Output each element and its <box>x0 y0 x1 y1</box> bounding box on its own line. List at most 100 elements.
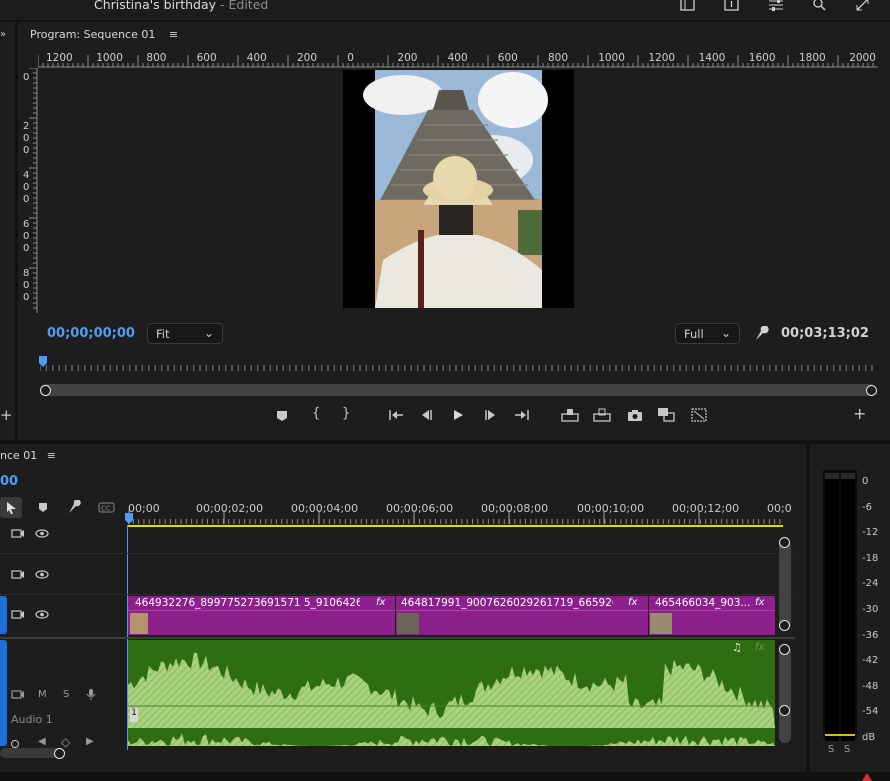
toggle-sync-lock-icon[interactable] <box>11 689 25 700</box>
track-target-v1[interactable] <box>0 596 7 634</box>
eye-icon[interactable] <box>35 570 49 579</box>
monitor-time-ruler[interactable] <box>40 356 876 372</box>
ruler-h-label: 400 <box>447 52 468 64</box>
multicam-icon[interactable] <box>691 408 707 422</box>
zoom-bar-right-handle[interactable] <box>866 385 877 396</box>
project-name: Christina's birthday <box>94 0 217 12</box>
track-divider <box>0 553 795 554</box>
ruler-h-label: 200 <box>297 52 318 64</box>
mute-track-button[interactable]: M <box>38 689 47 700</box>
track-target-a1[interactable] <box>0 640 7 746</box>
snap-icon <box>7 502 16 514</box>
zoom-scroll-bar[interactable] <box>40 384 876 396</box>
audio-clip[interactable]: 1 ♫ fx <box>128 640 775 746</box>
solo-track-button[interactable]: S <box>63 689 69 700</box>
microphone-icon[interactable] <box>86 688 96 701</box>
next-keyframe-icon[interactable]: ▶ <box>86 737 94 747</box>
add-marker-icon[interactable] <box>276 410 288 422</box>
eye-icon[interactable] <box>35 529 49 538</box>
panel-menu-icon[interactable]: ≡ <box>169 28 178 41</box>
video-tracks-scrollbar[interactable] <box>779 540 791 630</box>
timeline-tab[interactable]: nce 01 ≡ <box>0 449 56 462</box>
window-title: Christina's birthday - Edited <box>94 0 268 12</box>
scroll-handle-bottom[interactable] <box>779 620 790 631</box>
marker-icon[interactable] <box>38 502 48 513</box>
db-scale-label: 0 <box>862 476 869 487</box>
video-clip-1[interactable]: 464932276_899775273691571 5_910642656103… <box>128 596 395 635</box>
audio-meter-bars <box>823 470 857 741</box>
audio-track-name[interactable]: Audio 1 <box>11 713 53 726</box>
video-clip-2[interactable]: 464817991_9007626029261719_665926173... … <box>396 596 648 635</box>
zoom-bar-left-handle[interactable] <box>40 385 51 396</box>
scroll-handle-top[interactable] <box>779 537 790 548</box>
music-note-icon: ♫ <box>732 641 742 654</box>
program-video-frame <box>343 70 574 308</box>
play-icon[interactable] <box>452 409 464 421</box>
fx-badge[interactable]: fx <box>628 597 637 608</box>
ruler-v-label: 0 <box>23 72 30 83</box>
ruler-h-label: 1400 <box>698 52 726 64</box>
comparison-view-icon[interactable] <box>657 407 675 422</box>
quality-select-value: Full <box>684 327 704 341</box>
wrench-icon[interactable] <box>67 500 82 515</box>
scroll-handle-bottom[interactable] <box>779 705 790 716</box>
playback-resolution-select[interactable]: Full ⌄ <box>675 323 740 344</box>
ruler-h-label: 1200 <box>46 52 73 64</box>
fx-badge[interactable]: fx <box>376 597 385 608</box>
toggle-sync-lock-icon[interactable] <box>11 609 25 620</box>
ruler-h-label: 2000 <box>849 52 876 64</box>
db-scale-label: -48 <box>862 680 879 692</box>
toggle-sync-lock-icon[interactable] <box>11 569 25 580</box>
keyframe-volume-icon[interactable] <box>10 738 22 748</box>
mark-out-icon[interactable]: } <box>342 407 350 420</box>
audio-waveform <box>128 652 775 746</box>
captions-icon[interactable]: CC <box>98 502 115 513</box>
panel-overflow-icon[interactable]: » <box>0 30 6 40</box>
current-timecode[interactable]: 00;00;00;00 <box>47 326 135 341</box>
timeline-time-ruler[interactable] <box>128 498 784 528</box>
export-icon[interactable] <box>724 0 740 12</box>
timeline-timecode[interactable]: 00 <box>0 474 18 489</box>
extract-icon[interactable] <box>593 408 611 422</box>
solo-left-button[interactable]: S <box>828 744 834 755</box>
search-icon[interactable] <box>812 0 828 12</box>
go-to-out-icon[interactable] <box>514 409 530 421</box>
eye-icon[interactable] <box>35 610 49 619</box>
playhead-icon[interactable] <box>39 356 47 368</box>
ruler-v-label: 0 <box>23 145 30 156</box>
ruler-h-label: 1200 <box>648 52 676 64</box>
video-still-image <box>363 70 548 308</box>
timeline-playhead-icon[interactable] <box>125 513 133 525</box>
step-back-icon[interactable] <box>420 409 434 421</box>
settings-sliders-icon[interactable] <box>768 0 784 12</box>
video-clip-3[interactable]: 465466034_903... fx <box>649 596 775 635</box>
clip-thumbnail <box>650 613 672 634</box>
fx-badge[interactable]: fx <box>755 642 764 653</box>
chevron-down-icon: ⌄ <box>720 326 731 340</box>
project-panel-edge <box>0 22 15 440</box>
left-add-button[interactable]: + <box>0 408 13 423</box>
step-forward-icon[interactable] <box>483 409 497 421</box>
wrench-settings-icon[interactable] <box>753 326 769 342</box>
add-button-icon[interactable]: + <box>853 406 866 422</box>
expand-icon[interactable] <box>855 0 871 12</box>
ruler-h-label: 0 <box>347 52 354 64</box>
fit-zoom-select[interactable]: Fit ⌄ <box>147 323 223 344</box>
fx-badge[interactable]: fx <box>755 597 764 608</box>
work-area-bar[interactable] <box>128 525 783 527</box>
add-keyframe-icon[interactable]: ◇ <box>61 736 70 748</box>
scroll-handle-top[interactable] <box>779 644 790 655</box>
toggle-sync-lock-icon[interactable] <box>11 528 25 539</box>
lift-icon[interactable] <box>561 408 579 422</box>
export-frame-icon[interactable] <box>627 409 643 422</box>
ruler-h-label: 600 <box>196 52 217 64</box>
audio-tracks-scrollbar[interactable] <box>779 645 791 743</box>
go-to-in-icon[interactable] <box>388 409 404 421</box>
ruler-v-label: 2 <box>23 121 30 132</box>
mark-in-icon[interactable]: { <box>312 407 320 420</box>
timeline-scroll-handle[interactable] <box>54 748 65 759</box>
panel-icon[interactable] <box>680 0 696 12</box>
previous-keyframe-icon[interactable]: ◀ <box>38 737 46 747</box>
solo-right-button[interactable]: S <box>844 744 850 755</box>
timeline-menu-icon[interactable]: ≡ <box>47 449 56 462</box>
